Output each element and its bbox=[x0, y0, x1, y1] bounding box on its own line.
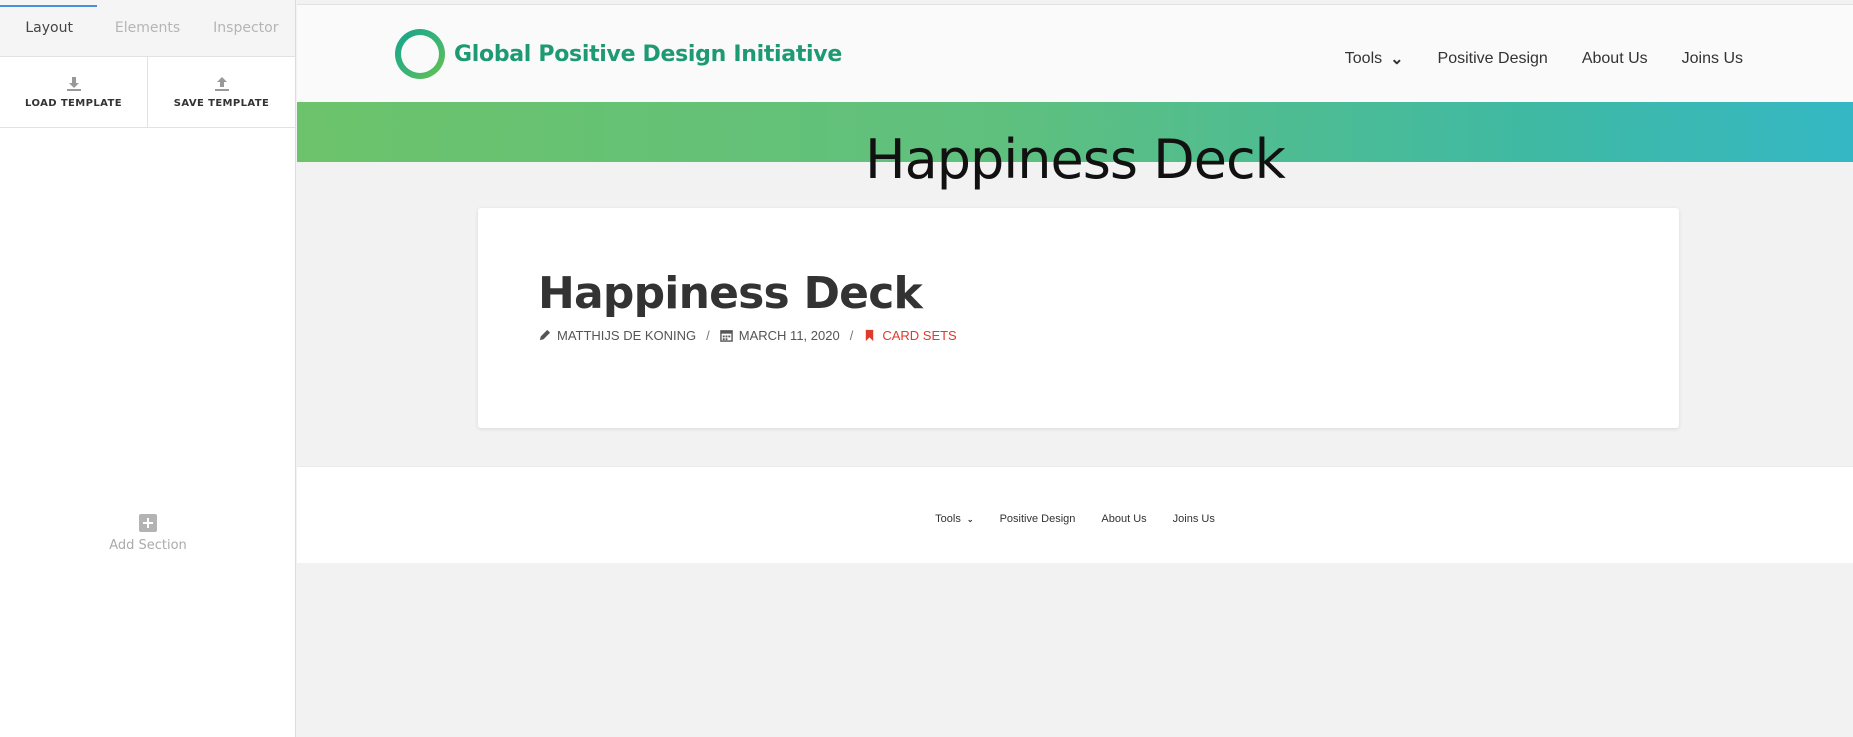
footer-nav-tools[interactable]: Tools ⌄ bbox=[935, 513, 973, 525]
content-area: Happiness Deck MATTHIJS DE KONING / MARC… bbox=[297, 162, 1853, 466]
load-template-button[interactable]: LOAD TEMPLATE bbox=[0, 57, 147, 127]
tab-elements[interactable]: Elements bbox=[98, 0, 196, 56]
nav-positive-design[interactable]: Positive Design bbox=[1438, 49, 1548, 69]
download-icon bbox=[66, 76, 81, 91]
bookmark-icon bbox=[866, 329, 874, 342]
chevron-down-icon: ⌄ bbox=[1390, 51, 1404, 68]
pencil-icon bbox=[539, 329, 551, 341]
editor-panel: Layout Elements Inspector LOAD TEMPLATE … bbox=[0, 0, 296, 737]
footer-nav-about-us[interactable]: About Us bbox=[1101, 513, 1146, 525]
post-date: MARCH 11, 2020 bbox=[738, 328, 840, 343]
template-actions: LOAD TEMPLATE SAVE TEMPLATE bbox=[0, 57, 295, 128]
tab-layout[interactable]: Layout bbox=[0, 0, 99, 56]
load-template-label: LOAD TEMPLATE bbox=[25, 97, 122, 109]
nav-joins-us[interactable]: Joins Us bbox=[1682, 49, 1743, 69]
meta-separator: / bbox=[849, 328, 854, 343]
tab-inspector[interactable]: Inspector bbox=[197, 0, 295, 56]
footer-nav-positive-design[interactable]: Positive Design bbox=[1000, 513, 1076, 525]
main-nav: Tools ⌄ Positive Design About Us Joins U… bbox=[1345, 49, 1743, 69]
nav-tools-label: Tools bbox=[1344, 50, 1383, 67]
save-template-button[interactable]: SAVE TEMPLATE bbox=[147, 57, 295, 127]
add-section-label: Add Section bbox=[109, 538, 187, 553]
save-template-label: SAVE TEMPLATE bbox=[173, 97, 270, 109]
post-meta: MATTHIJS DE KONING / MARCH 11, 2020 / CA… bbox=[538, 328, 957, 343]
post-author[interactable]: MATTHIJS DE KONING bbox=[557, 328, 696, 343]
chevron-down-icon: ⌄ bbox=[966, 514, 974, 524]
site-footer: Tools ⌄ Positive Design About Us Joins U… bbox=[297, 466, 1853, 563]
nav-about-us[interactable]: About Us bbox=[1582, 49, 1648, 69]
footer-nav-joins-us[interactable]: Joins Us bbox=[1173, 513, 1215, 525]
post-category[interactable]: CARD SETS bbox=[882, 328, 956, 343]
add-section-button[interactable]: Add Section bbox=[0, 514, 296, 553]
plus-square-icon bbox=[139, 514, 157, 532]
footer-nav-tools-label: Tools bbox=[935, 513, 961, 525]
nav-tools[interactable]: Tools ⌄ bbox=[1345, 49, 1404, 69]
logo-ring-icon bbox=[395, 29, 445, 79]
calendar-icon bbox=[720, 330, 733, 342]
upload-icon bbox=[214, 76, 229, 91]
post-card: Happiness Deck MATTHIJS DE KONING / MARC… bbox=[478, 208, 1679, 428]
site-header: Global Positive Design Initiative Tools … bbox=[297, 5, 1853, 102]
footer-nav: Tools ⌄ Positive Design About Us Joins U… bbox=[297, 513, 1853, 525]
post-title: Happiness Deck bbox=[538, 268, 923, 319]
site-logo[interactable]: Global Positive Design Initiative bbox=[395, 29, 842, 79]
logo-text: Global Positive Design Initiative bbox=[454, 41, 842, 67]
site-preview: Global Positive Design Initiative Tools … bbox=[297, 0, 1853, 737]
panel-tabs: Layout Elements Inspector bbox=[0, 0, 295, 57]
meta-separator: / bbox=[706, 328, 710, 343]
